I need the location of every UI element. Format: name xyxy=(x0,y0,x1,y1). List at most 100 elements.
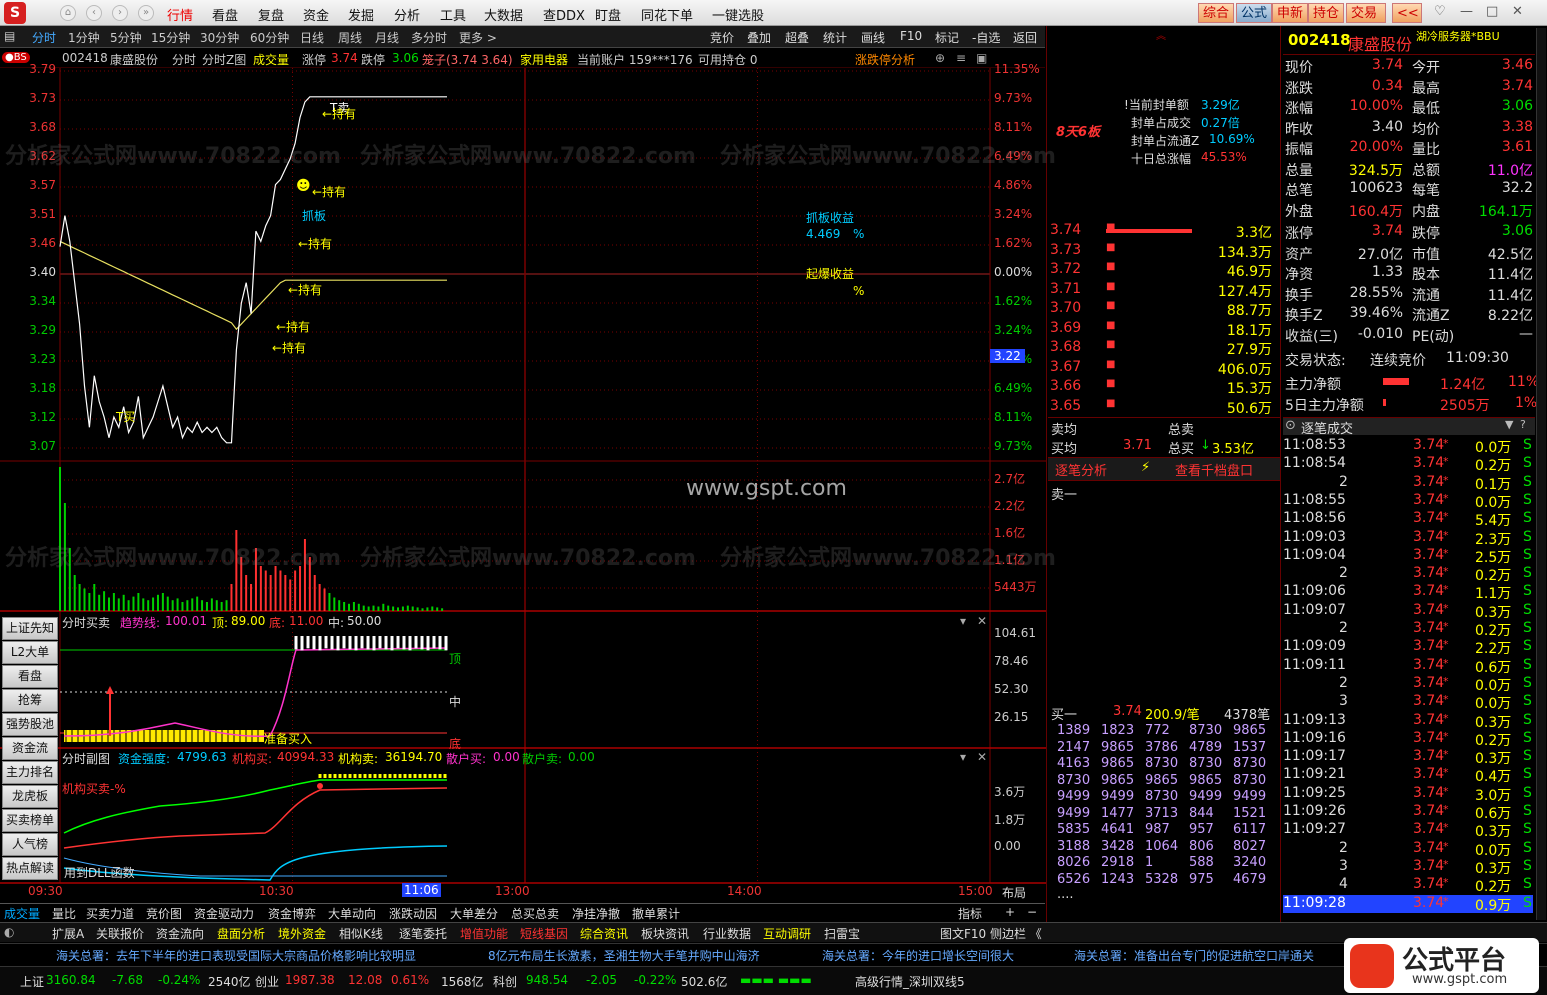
tab-ind-6[interactable]: 大单动向 xyxy=(328,905,376,922)
tab-ind-4[interactable]: 资金驱动力 xyxy=(194,905,254,922)
ticks-filter-icon[interactable]: ▼ xyxy=(1505,418,1513,431)
menu-fajue[interactable]: 发掘 xyxy=(348,5,374,24)
sub1-close-icon[interactable]: ✕ xyxy=(977,614,987,628)
btn-chicang[interactable]: 持仓 xyxy=(1308,3,1345,23)
btn-chaodie[interactable]: 超叠 xyxy=(785,29,809,46)
tick-row[interactable]: 11:09:17 3.74 * 0.3万 S xyxy=(1283,748,1533,767)
right-scrollbar[interactable] xyxy=(1536,28,1546,920)
tab-month[interactable]: 月线 xyxy=(375,29,399,46)
tick-row[interactable]: 2 3.74 * 0.2万 S xyxy=(1283,620,1533,639)
btn-qsgc[interactable]: 强势股池 xyxy=(2,713,58,736)
tick-row[interactable]: 11:09:09 3.74 * 2.2万 S xyxy=(1283,638,1533,657)
btn-zlpm[interactable]: 主力排名 xyxy=(2,761,58,784)
layout-button[interactable]: 布局 xyxy=(1002,884,1026,901)
maximize-icon[interactable]: □ xyxy=(1486,4,1498,19)
home-icon[interactable]: ⌂ xyxy=(60,5,76,21)
menu-gongju[interactable]: 工具 xyxy=(440,5,466,24)
btn-zixuan[interactable]: -自选 xyxy=(972,29,1000,46)
book-row[interactable]: 3.68 ■ 27.9万 xyxy=(1048,339,1276,358)
tick-row[interactable]: 11:09:27 3.74 * 0.3万 S xyxy=(1283,821,1533,840)
book-row[interactable]: 3.72 ■ 46.9万 xyxy=(1048,261,1276,280)
func-12[interactable]: 互动调研 xyxy=(763,925,811,942)
btn-zhibiao[interactable]: 指标 xyxy=(958,905,982,922)
btn-zonghe[interactable]: 综合 xyxy=(1198,3,1235,23)
sh-label[interactable]: 上证 xyxy=(20,973,44,990)
btn-mmbd[interactable]: 买卖榜单 xyxy=(2,809,58,832)
kc-label[interactable]: 科创 xyxy=(493,973,517,990)
zt-analysis-link[interactable]: 涨跌停分析 xyxy=(855,51,915,68)
tab-ind-11[interactable]: 撤单累计 xyxy=(632,905,680,922)
func-6[interactable]: 逐笔委托 xyxy=(399,925,447,942)
tab-ind-8[interactable]: 大单差分 xyxy=(450,905,498,922)
btn-fanhui[interactable]: 返回 xyxy=(1013,29,1037,46)
tick-row[interactable]: 11:09:07 3.74 * 0.3万 S xyxy=(1283,602,1533,621)
menu-kanpan[interactable]: 看盘 xyxy=(212,5,238,24)
func-5[interactable]: 相似K线 xyxy=(339,925,383,942)
tick-row[interactable]: 11:09:13 3.74 * 0.3万 S xyxy=(1283,712,1533,731)
btn-qiangchou[interactable]: 抢筹 xyxy=(2,689,58,712)
func-9[interactable]: 综合资讯 xyxy=(580,925,628,942)
tick-row[interactable]: 11:09:06 3.74 * 1.1万 S xyxy=(1283,583,1533,602)
tick-row[interactable]: 11:09:11 3.74 * 0.6万 S xyxy=(1283,657,1533,676)
btn-huaxian[interactable]: 画线 xyxy=(861,29,885,46)
tab-fenshi[interactable]: 分时 xyxy=(32,29,56,46)
tab-multi[interactable]: 多分时 xyxy=(411,29,447,46)
tab-ind-1[interactable]: 量比 xyxy=(52,905,76,922)
btn-minus[interactable]: − xyxy=(1027,905,1037,919)
tick-row[interactable]: 3 3.74 * 0.3万 S xyxy=(1283,858,1533,877)
back-icon[interactable]: ‹ xyxy=(86,5,102,21)
tick-row[interactable]: 3 3.74 * 0.0万 S xyxy=(1283,693,1533,712)
toggle-icon[interactable]: ◐ xyxy=(4,925,14,939)
tick-row[interactable]: 11:08:53 3.74 * 0.0万 S xyxy=(1283,437,1533,456)
book-row[interactable]: 3.65 ■ 50.6万 xyxy=(1048,398,1276,417)
tab-15min[interactable]: 15分钟 xyxy=(151,29,190,46)
app-logo[interactable]: S xyxy=(4,2,26,24)
tick-row[interactable]: 11:08:55 3.74 * 0.0万 S xyxy=(1283,492,1533,511)
news-3[interactable]: 海关总署：准备出台专门的促进航空口岸通关 xyxy=(1074,947,1314,964)
btn-l2dd[interactable]: L2大单 xyxy=(2,641,58,664)
tab-5min[interactable]: 5分钟 xyxy=(110,29,142,46)
tab-more[interactable]: 更多 > xyxy=(459,29,497,46)
tab-1min[interactable]: 1分钟 xyxy=(68,29,100,46)
menu-hangqing[interactable]: 行情 xyxy=(167,5,193,24)
tab-ind-9[interactable]: 总买总卖 xyxy=(511,905,559,922)
close-icon[interactable]: ✕ xyxy=(1512,4,1523,19)
book-row[interactable]: 3.74 ■ 3.3亿 xyxy=(1048,222,1276,241)
tick-row[interactable]: 11:08:54 3.74 * 0.2万 S xyxy=(1283,455,1533,474)
sub2-close-icon[interactable]: ✕ xyxy=(977,750,987,764)
settings-icon[interactable]: ⊕ xyxy=(935,51,945,65)
func-right[interactable]: 图文F10 侧边栏 《 xyxy=(940,925,1042,942)
tab-30min[interactable]: 30分钟 xyxy=(200,29,239,46)
func-4[interactable]: 境外资金 xyxy=(278,925,326,942)
news-0[interactable]: 海关总署：去年下半年的进口表现受国际大宗商品价格影响比较明显 xyxy=(56,947,416,964)
tick-row[interactable]: 11:09:26 3.74 * 0.6万 S xyxy=(1283,803,1533,822)
menu-zijin[interactable]: 资金 xyxy=(303,5,329,24)
func-7[interactable]: 增值功能 xyxy=(460,925,508,942)
book-row[interactable]: 3.71 ■ 127.4万 xyxy=(1048,281,1276,300)
tick-row[interactable]: 11:09:04 3.74 * 2.5万 S xyxy=(1283,547,1533,566)
book-row[interactable]: 3.66 ■ 15.3万 xyxy=(1048,378,1276,397)
forward-icon[interactable]: › xyxy=(112,5,128,21)
tab-ind-0[interactable]: 成交量 xyxy=(4,905,40,922)
tick-row[interactable]: 2 3.74 * 0.0万 S xyxy=(1283,840,1533,859)
btn-rqb[interactable]: 人气榜 xyxy=(2,833,58,856)
menu-dingpan[interactable]: 盯盘 xyxy=(595,5,621,24)
btn-gongshi[interactable]: 公式 xyxy=(1236,3,1273,23)
cy-label[interactable]: 创业 xyxy=(255,973,279,990)
func-1[interactable]: 关联报价 xyxy=(96,925,144,942)
list-icon[interactable]: ≡ xyxy=(956,51,966,65)
skin-icon[interactable]: ♡ xyxy=(1434,4,1446,19)
book-row[interactable]: 3.69 ■ 18.1万 xyxy=(1048,320,1276,339)
window-icon[interactable]: ▣ xyxy=(976,51,987,65)
ticks-help-icon[interactable]: ? xyxy=(1520,418,1526,431)
sub1-dropdown-icon[interactable]: ▾ xyxy=(960,614,966,628)
book-row[interactable]: 3.70 ■ 88.7万 xyxy=(1048,300,1276,319)
sub2-title[interactable]: 分时副图 xyxy=(62,750,110,767)
tick-row[interactable]: 2 3.74 * 0.2万 S xyxy=(1283,565,1533,584)
tick-row[interactable]: 4 3.74 * 0.2万 S xyxy=(1283,876,1533,895)
sub1-title[interactable]: 分时买卖 xyxy=(62,614,110,631)
func-8[interactable]: 短线基因 xyxy=(520,925,568,942)
btn-kanpan[interactable]: 看盘 xyxy=(2,665,58,688)
func-10[interactable]: 板块资讯 xyxy=(641,925,689,942)
tick-row[interactable]: 2 3.74 * 0.1万 S xyxy=(1283,474,1533,493)
